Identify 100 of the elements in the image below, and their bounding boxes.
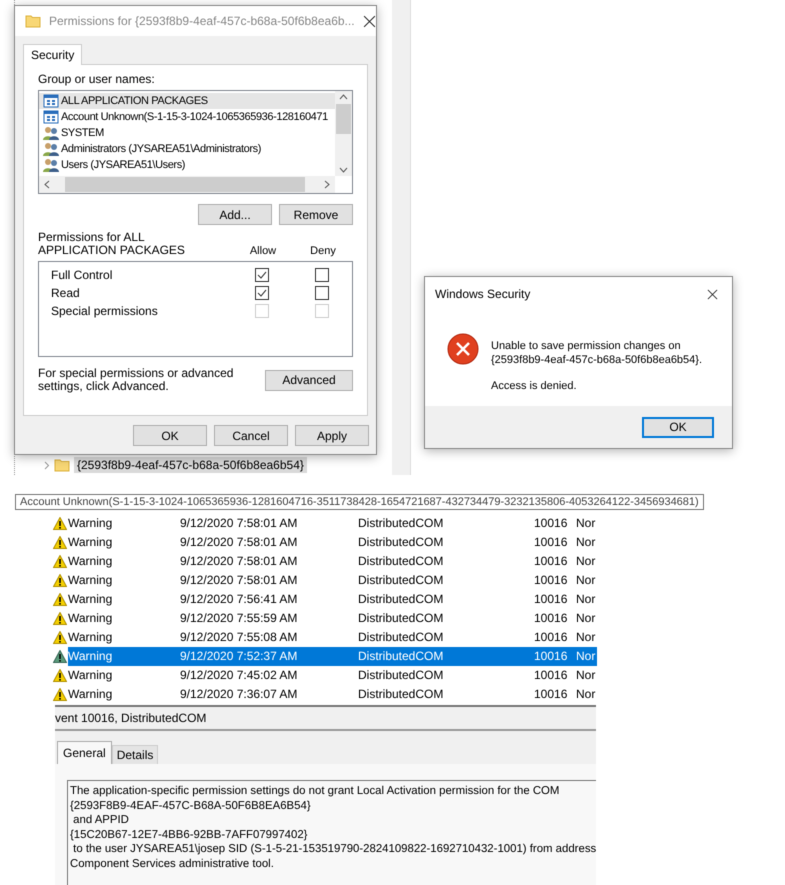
dialog-button[interactable]: Apply — [295, 425, 369, 446]
scrollbar[interactable] — [335, 91, 352, 176]
deny-checkbox[interactable] — [315, 286, 329, 300]
table-cell-text: Nor — [576, 686, 596, 703]
table-cell-text: 9/12/2020 7:58:01 AM — [180, 534, 298, 551]
table-cell-text: 10016 — [534, 553, 568, 570]
warning-icon — [53, 612, 67, 625]
list-item[interactable]: Account Unknown(S-1-15-3-1024-1065365936-128160471 — [39, 109, 335, 125]
users-icon — [43, 158, 59, 172]
table-cell-text: Warning — [68, 591, 114, 608]
users-icon — [43, 126, 59, 140]
list-item[interactable]: SYSTEM — [39, 125, 335, 141]
warning-icon — [53, 631, 67, 644]
dialog-button[interactable]: OK — [133, 425, 207, 446]
scroll-right-icon[interactable] — [322, 180, 331, 189]
error-message: Unable to save permission changes on {2593f8b9-4eaf-457c-b68a-50f6b8ea6b54}. — [491, 339, 704, 367]
group-label: Group or user names: — [38, 73, 156, 86]
permission-name: Read — [51, 286, 81, 300]
column-header: Allow — [248, 245, 278, 257]
description-line: to the user JYSAREA51\josep SID (S-1-5-21-153519790-2824109822-1692710432-1001) from address — [72, 842, 596, 856]
table-cell-text: Nor — [576, 572, 596, 589]
table-cell-text: 10016 — [534, 667, 568, 684]
permissions-label: Permissions for ALL APPLICATION PACKAGES — [38, 231, 186, 257]
warning-icon — [53, 688, 67, 701]
close-icon — [706, 288, 718, 300]
user-list[interactable]: ALL APPLICATION PACKAGES Account Unknown(S-1-15-3-1024-1065365936-128160471 SYSTEM Administrators (JYSAREA51\Administrators) Users (JYSAREA51\Users) — [38, 90, 353, 194]
window-title: Windows Security — [435, 287, 532, 301]
list-item[interactable]: ALL APPLICATION PACKAGES — [39, 93, 335, 109]
list-item[interactable]: Users (JYSAREA51\Users) — [39, 157, 335, 173]
table-cell-text: Warning — [68, 686, 114, 703]
scrollbar[interactable] — [39, 176, 335, 193]
table-cell-text: 10016 — [534, 686, 568, 703]
table-cell-text: DistributedCOM — [358, 534, 444, 551]
table-cell-text: Warning — [68, 629, 114, 646]
table-cell: Nor — [576, 647, 597, 666]
chevron-right-icon[interactable] — [44, 460, 50, 470]
table-cell-text: 9/12/2020 7:58:01 AM — [180, 572, 298, 589]
table-cell-text: 9/12/2020 7:36:07 AM — [180, 686, 298, 703]
table-cell-text: DistributedCOM — [358, 610, 444, 627]
allow-checkbox[interactable] — [255, 268, 269, 282]
deny-checkbox[interactable] — [315, 268, 329, 282]
permission-name: Full Control — [51, 268, 114, 282]
column-header: Deny — [309, 245, 337, 257]
error-detail: Access is denied. — [491, 379, 578, 393]
table-cell-text: 9/12/2020 7:58:01 AM — [180, 553, 298, 570]
scroll-left-icon[interactable] — [43, 180, 52, 189]
table-cell-text: DistributedCOM — [358, 515, 444, 532]
table-cell-text: Nor — [576, 553, 596, 570]
table-cell-text: DistributedCOM — [358, 572, 444, 589]
package-icon — [43, 94, 59, 108]
tree-item[interactable]: {2593f8b9-4eaf-457c-b68a-50f6b8ea6b54} — [74, 457, 307, 473]
users-icon — [43, 142, 59, 156]
table-cell-text: Nor — [576, 591, 596, 608]
description-line: {15C20B67-12E7-4BB6-92BB-7AFF07997402} — [70, 828, 308, 842]
warning-icon — [53, 536, 67, 549]
error-icon — [447, 333, 479, 365]
table-cell-text: 9/12/2020 7:45:02 AM — [180, 667, 298, 684]
table-cell-text: 9/12/2020 7:58:01 AM — [180, 515, 298, 532]
tooltip: Account Unknown(S-1-15-3-1024-1065365936-1281604716-3511738428-1654721687-432734479-3232135806-4053264122-3456934681) — [15, 494, 704, 510]
table-cell-text: 10016 — [534, 572, 568, 589]
table-cell-text: Warning — [68, 534, 114, 551]
scroll-down-icon[interactable] — [339, 165, 348, 174]
table-cell-text: Warning — [68, 667, 114, 684]
table-cell-text: DistributedCOM — [358, 686, 444, 703]
table-cell: Warning — [68, 647, 180, 666]
table-cell-text: Nor — [576, 667, 596, 684]
table-cell-text: Warning — [68, 515, 114, 532]
table-cell-text: DistributedCOM — [358, 553, 444, 570]
table-cell-text: 10016 — [534, 591, 568, 608]
list-item[interactable]: Administrators (JYSAREA51\Administrators) — [39, 141, 335, 157]
folder-icon — [25, 14, 41, 28]
table-cell-text: Warning — [68, 572, 114, 589]
table-cell-text: 9/12/2020 7:56:41 AM — [180, 591, 298, 608]
table-cell-text: DistributedCOM — [358, 629, 444, 646]
table-cell-text: Nor — [576, 629, 596, 646]
permission-name: Special permissions — [51, 304, 159, 318]
warning-icon — [53, 650, 67, 663]
table-cell-text: 10016 — [534, 610, 568, 627]
scroll-up-icon[interactable] — [339, 93, 348, 102]
add-button[interactable]: Add... — [198, 204, 272, 225]
description-line: The application-specific permission settings do not grant Local Activation permission for the COM — [70, 784, 560, 798]
table-cell-text: 9/12/2020 7:55:59 AM — [180, 610, 298, 627]
dialog-button[interactable]: Cancel — [214, 425, 288, 446]
advanced-hint: For special permissions or advanced settings, click Advanced. — [38, 367, 234, 393]
tab[interactable]: Security — [23, 44, 82, 65]
table-cell: 10016 — [534, 647, 576, 666]
allow-checkbox[interactable] — [255, 286, 269, 300]
folder-icon — [54, 458, 70, 472]
tab[interactable]: General — [57, 741, 112, 764]
table-cell-text: Nor — [576, 534, 596, 551]
remove-button[interactable]: Remove — [279, 204, 353, 225]
table-cell-text: Warning — [68, 553, 114, 570]
tab[interactable]: Details — [112, 745, 158, 764]
advanced-button[interactable]: Advanced — [265, 370, 353, 390]
warning-icon — [53, 517, 67, 530]
package-icon — [43, 110, 59, 124]
table-cell: DistributedCOM — [358, 647, 534, 666]
description-line: and APPID — [72, 813, 130, 828]
ok-button[interactable]: OK — [642, 416, 714, 438]
warning-icon — [53, 574, 67, 587]
